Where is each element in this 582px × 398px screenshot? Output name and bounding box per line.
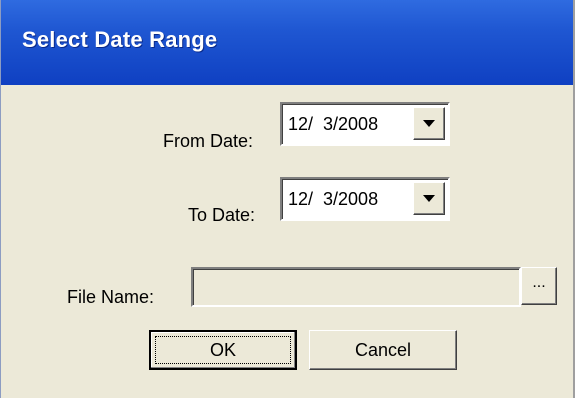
to-date-picker[interactable]: 12/ 3/2008 xyxy=(280,177,450,221)
browse-button-label: ... xyxy=(532,274,546,291)
from-date-picker[interactable]: 12/ 3/2008 xyxy=(280,102,450,146)
chevron-down-icon xyxy=(423,195,435,202)
screen: Select Date Range From Date: 12/ 3/2008 … xyxy=(0,0,582,398)
to-date-value[interactable]: 12/ 3/2008 xyxy=(288,189,378,210)
from-date-dropdown-button[interactable] xyxy=(413,107,445,140)
to-date-dropdown-button[interactable] xyxy=(413,182,445,215)
from-date-value[interactable]: 12/ 3/2008 xyxy=(288,114,378,135)
cancel-button[interactable]: Cancel xyxy=(309,330,457,370)
window-title: Select Date Range xyxy=(22,27,218,52)
chevron-down-icon xyxy=(423,120,435,127)
cancel-button-label: Cancel xyxy=(354,340,412,360)
browse-button[interactable]: ... xyxy=(521,267,557,305)
select-date-range-dialog: Select Date Range From Date: 12/ 3/2008 … xyxy=(0,0,575,398)
from-date-label: From Date: xyxy=(163,131,254,151)
ok-button[interactable]: OK xyxy=(149,330,297,370)
ok-button-label: OK xyxy=(209,340,236,360)
to-date-label: To Date: xyxy=(188,205,256,225)
title-bar[interactable]: Select Date Range xyxy=(1,0,573,85)
file-name-field[interactable] xyxy=(191,267,521,307)
file-name-label: File Name: xyxy=(67,287,155,307)
dialog-body: From Date: 12/ 3/2008 To Date: 12/ 3/200… xyxy=(1,85,573,398)
